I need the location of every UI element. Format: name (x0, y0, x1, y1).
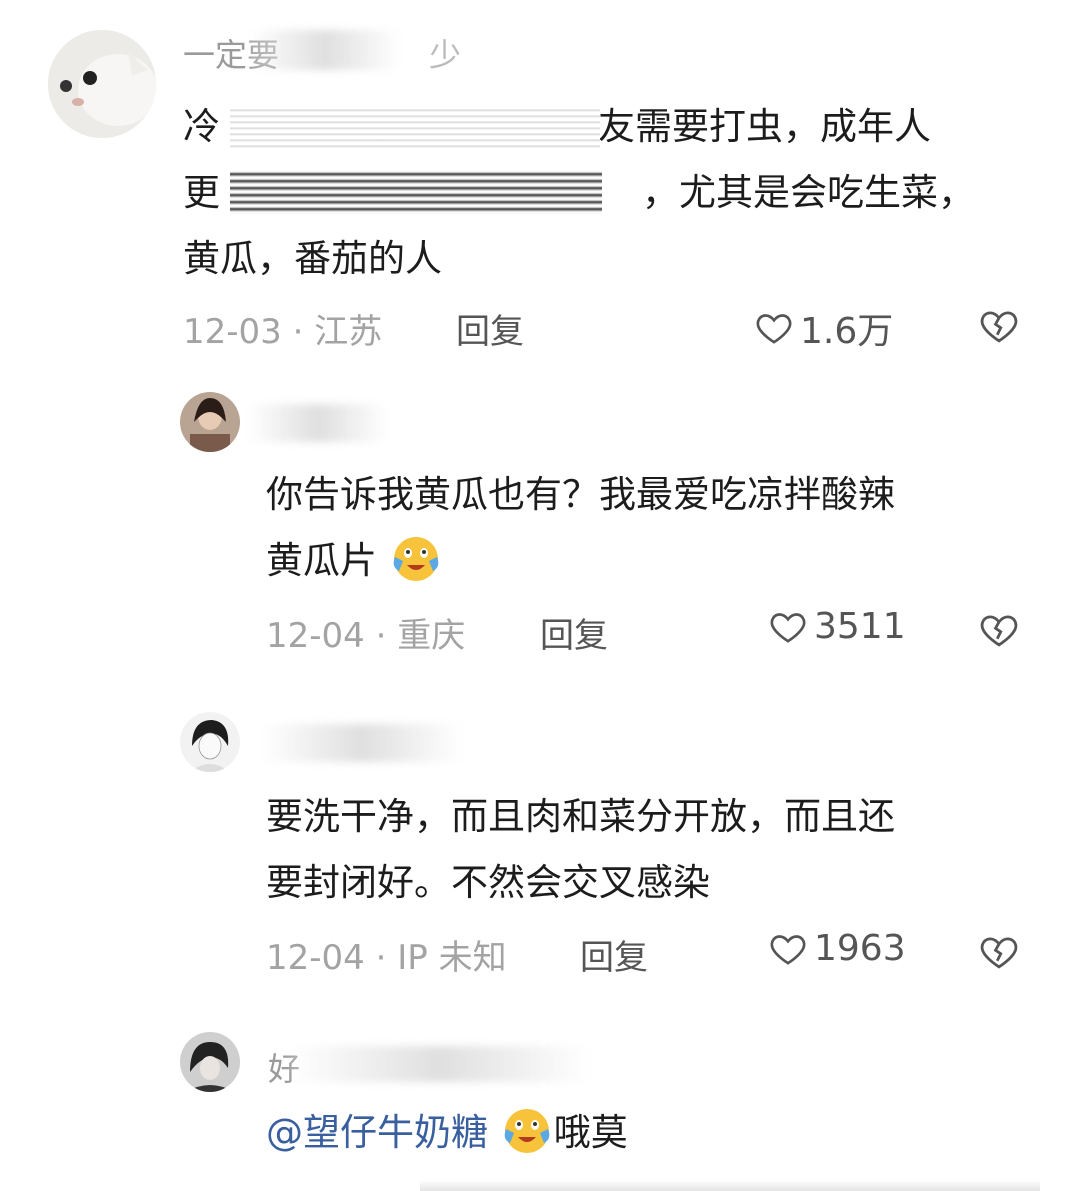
cat-avatar-icon (48, 30, 156, 138)
reply-button[interactable]: 回复 (580, 930, 648, 979)
crying-laughing-emoji-icon (393, 537, 439, 581)
like-count: 1.6万 (800, 311, 894, 352)
avatar[interactable] (180, 392, 240, 452)
comment-1: 一定要少 冷友需要打虫，成年人 更，尤其是会吃生菜， 黄瓜，番茄的人 12-03… (0, 0, 1080, 380)
redaction-mark (230, 106, 600, 150)
cut-off-meta-row (420, 1180, 1040, 1191)
avatar[interactable] (48, 30, 156, 138)
like-count: 3511 (814, 606, 906, 647)
broken-heart-icon[interactable] (978, 609, 1020, 651)
username-blur (250, 30, 400, 70)
comment-meta: 12-04 · 重庆 (266, 616, 466, 656)
comment-meta: 12-03 · 江苏 (183, 312, 383, 352)
redaction-mark (230, 170, 602, 214)
broken-heart-icon[interactable] (978, 305, 1020, 347)
comment-text: 你告诉我黄瓜也有？我最爱吃凉拌酸辣 黄瓜片 (266, 462, 1046, 594)
reply-button[interactable]: 回复 (456, 304, 524, 353)
heart-outline-icon (756, 314, 792, 344)
avatar[interactable] (180, 712, 240, 772)
username-blur (248, 404, 388, 442)
like-button[interactable]: 1.6万 (754, 302, 893, 354)
comment-meta: 12-04 · IP 未知 (266, 938, 507, 978)
avatar[interactable] (180, 1032, 240, 1092)
comment-text: @望仔牛奶糖 哦莫 (266, 1100, 1046, 1166)
crying-laughing-emoji-icon (504, 1109, 550, 1153)
sketch-avatar-icon (180, 712, 240, 772)
dark-photo-avatar-icon (180, 1032, 240, 1092)
heart-outline-icon (770, 934, 806, 965)
username-blur (262, 724, 462, 762)
username-blur (290, 1046, 590, 1082)
broken-heart-icon[interactable] (978, 931, 1020, 973)
like-count: 1963 (814, 928, 906, 969)
reply-button[interactable]: 回复 (540, 608, 608, 657)
comment-text: 要洗干净，而且肉和菜分开放，而且还 要封闭好。不然会交叉感染 (266, 795, 895, 904)
like-button[interactable]: 1963 (768, 928, 906, 969)
comment-3: 要洗干净，而且肉和菜分开放，而且还 要封闭好。不然会交叉感染 12-04 · I… (0, 700, 1080, 1010)
user-mention-link[interactable]: @望仔牛奶糖 (266, 1111, 488, 1154)
like-button[interactable]: 3511 (768, 606, 906, 647)
comment-2: 你告诉我黄瓜也有？我最爱吃凉拌酸辣 黄瓜片 12-04 · 重庆 回复 3511 (0, 380, 1080, 680)
heart-outline-icon (770, 612, 806, 643)
comment-4: 好 @望仔牛奶糖 哦莫 (0, 1020, 1080, 1191)
user-photo-avatar-icon (180, 392, 240, 452)
